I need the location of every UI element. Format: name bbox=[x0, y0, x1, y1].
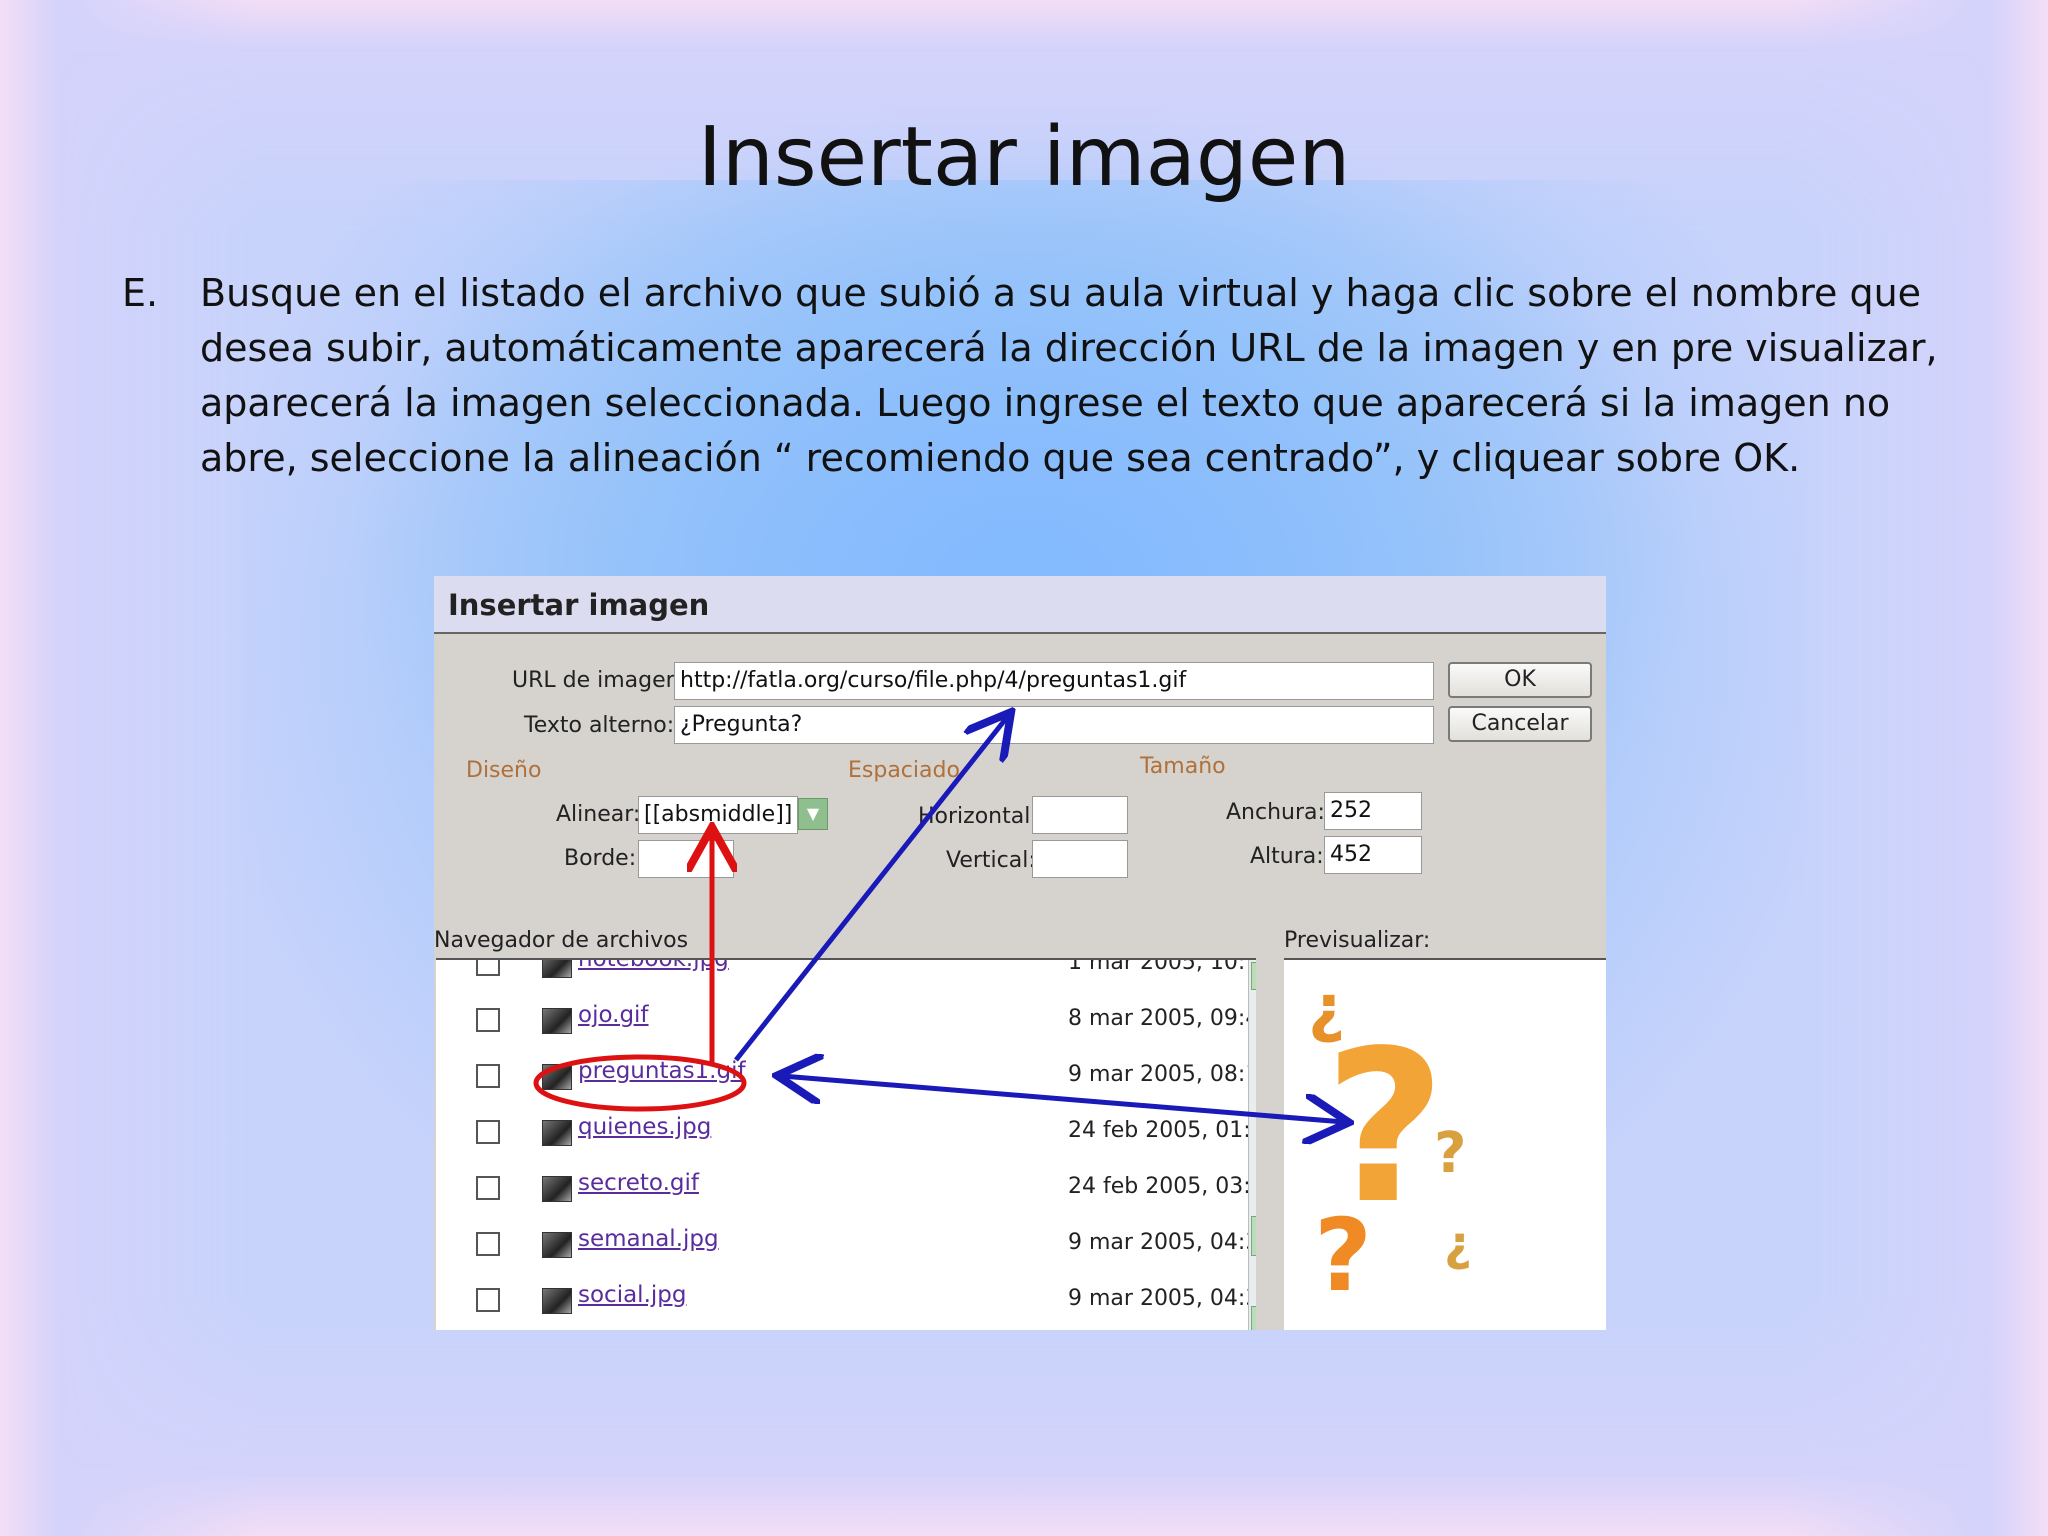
selection-circle bbox=[533, 1054, 747, 1112]
list-marker: E. bbox=[122, 271, 159, 315]
annotation-overlay bbox=[533, 576, 1606, 1330]
instruction-text: Busque en el listado el archivo que subi… bbox=[200, 271, 1938, 480]
insert-image-dialog: Insertar imagen URL de imagen: http://fa… bbox=[434, 576, 1606, 1330]
blue-arrow-url bbox=[734, 716, 1008, 1062]
instruction-item: E. Busque en el listado el archivo que s… bbox=[122, 266, 1942, 486]
slide-title: Insertar imagen bbox=[697, 110, 1351, 205]
blue-arrow-preview bbox=[782, 1076, 1344, 1122]
